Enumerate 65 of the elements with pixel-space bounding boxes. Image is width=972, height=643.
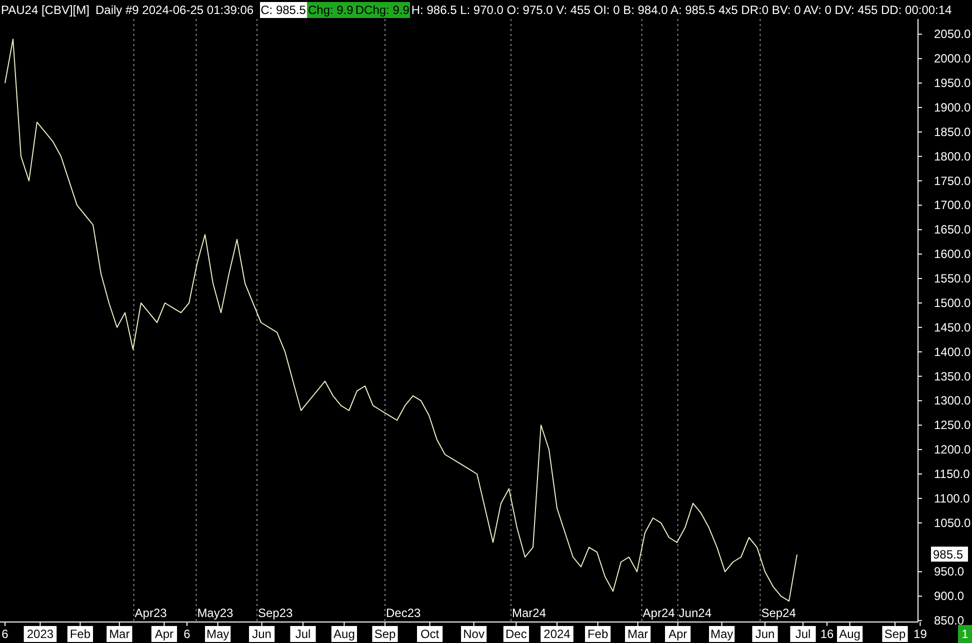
price-tick-label: 1650.0 <box>934 222 971 237</box>
price-tick-label: 1300.0 <box>934 394 971 408</box>
marker-label: Sep23 <box>258 606 293 620</box>
quote-field: H: 986.5 L: 970.0 O: 975.0 V: 455 OI: 0 B: 984.0 A: 985.5 4x5 DR:0 BV: 0 AV: 0 DV: 455 DD: 00:00:14 <box>410 2 953 18</box>
date-tick-label: Nov <box>461 626 487 642</box>
date-tick-label: May <box>205 626 231 642</box>
date-tick-label: 16 <box>820 627 834 641</box>
price-tick-label: 2000.0 <box>934 52 971 66</box>
price-tick-label: 850.0 <box>934 614 964 628</box>
date-tick-label: Jun <box>249 626 275 642</box>
date-tick-label: 19 <box>914 627 927 641</box>
date-tick-label: May <box>709 626 735 642</box>
date-tick-label: 2024 <box>540 626 574 642</box>
quote-field: C: 985.5 <box>260 2 307 18</box>
date-tick-label: Mar <box>106 626 132 642</box>
price-tick-label: 1500.0 <box>934 296 971 310</box>
marker-label: Apr24 <box>642 606 675 620</box>
date-tick-label: Aug <box>837 626 863 642</box>
marker-label: May23 <box>197 606 234 620</box>
price-tick-label: 1050.0 <box>934 516 971 530</box>
date-tick-label: Jun <box>752 626 778 642</box>
last-price-tag: 985.5 <box>931 546 968 562</box>
date-tick-label: Oct <box>417 626 443 642</box>
date-tick-label: Feb <box>585 626 611 642</box>
date-tick-label: Jul <box>790 626 816 642</box>
quote-field: Chg: 9.9 <box>306 2 354 18</box>
price-tick-label: 1150.0 <box>934 467 970 481</box>
session-label: Daily #9 2024-06-25 01:39:06 <box>95 4 254 16</box>
date-tick-label: Dec <box>503 626 529 642</box>
date-tick-label: Sep <box>372 626 398 642</box>
price-tick-label: 1850.0 <box>934 124 971 139</box>
price-tick-label: 1350.0 <box>934 369 971 384</box>
price-tick-label: 2050.0 <box>934 27 971 42</box>
price-tick-label: 1950.0 <box>934 76 971 90</box>
price-tick-label: 1800.0 <box>934 149 971 164</box>
marker-label: Dec23 <box>386 606 421 620</box>
corner-badge: 1 <box>958 625 972 643</box>
price-tick-label: 900.0 <box>934 589 964 604</box>
date-tick-label: 6 <box>2 627 8 641</box>
price-tick-label: 1400.0 <box>934 344 971 359</box>
price-tick-label: 1900.0 <box>934 100 971 114</box>
date-tick-label: Sep <box>882 626 908 642</box>
price-tick-label: 950.0 <box>934 564 964 579</box>
price-tick-label: 1550.0 <box>934 272 971 286</box>
date-tick-label: Mar <box>625 626 651 642</box>
date-tick-label: 2023 <box>24 626 57 642</box>
symbol-label: PAU24 [CBV][M] <box>1 4 90 16</box>
date-tick-label: Apr <box>151 626 177 642</box>
date-tick-label: Apr <box>665 626 691 642</box>
price-tick-label: 1200.0 <box>934 442 971 457</box>
date-tick-label: Aug <box>331 626 357 642</box>
marker-label: Apr23 <box>134 606 167 620</box>
price-tick-label: 1250.0 <box>934 418 971 432</box>
marker-label: Jun24 <box>678 606 712 620</box>
price-tick-label: 1100.0 <box>934 491 970 506</box>
price-tick-label: 1750.0 <box>934 174 971 188</box>
price-tick-label: 1450.0 <box>934 320 971 334</box>
marker-label: Sep24 <box>761 606 796 620</box>
quote-field: DChg: 9.9 <box>354 2 410 18</box>
date-tick-label: 6 <box>184 627 190 641</box>
price-tick-label: 1700.0 <box>934 198 971 212</box>
date-tick-label: Jul <box>290 626 316 642</box>
price-tick-label: 1600.0 <box>934 247 971 262</box>
date-tick-label: Feb <box>67 626 93 642</box>
marker-label: Mar24 <box>512 606 546 620</box>
